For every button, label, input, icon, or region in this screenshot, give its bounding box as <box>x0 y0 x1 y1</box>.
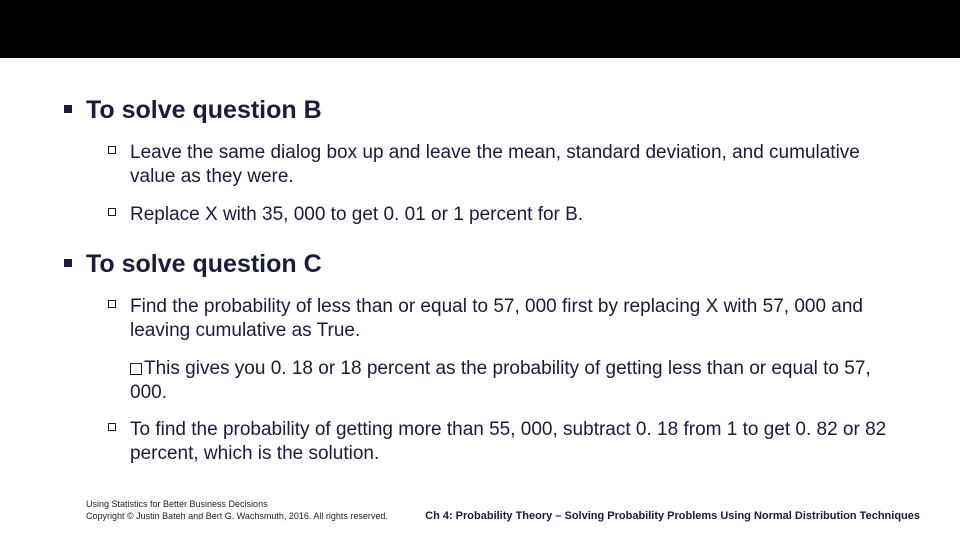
footer-left: Using Statistics for Better Business Dec… <box>86 498 388 522</box>
item-text: This gives you 0. 18 or 18 percent as th… <box>130 358 871 403</box>
list-item: To find the probability of getting more … <box>130 418 910 466</box>
footer-copyright: Copyright © Justin Bateh and Bert G. Wac… <box>86 510 388 522</box>
open-square-bullet-icon <box>108 208 116 216</box>
section-heading-b: To solve question B <box>86 96 910 125</box>
footer-chapter: Ch 4: Probability Theory – Solving Proba… <box>425 510 920 522</box>
heading-text: To solve question B <box>86 96 322 124</box>
sub-list-c: Find the probability of less than or equ… <box>130 295 910 466</box>
item-text: Replace X with 35, 000 to get 0. 01 or 1… <box>130 204 583 225</box>
sub-list-b: Leave the same dialog box up and leave t… <box>130 141 910 226</box>
item-text: Find the probability of less than or equ… <box>130 296 863 341</box>
heading-text: To solve question C <box>86 250 322 278</box>
open-square-bullet-icon <box>108 146 116 154</box>
item-text: To find the probability of getting more … <box>130 419 886 464</box>
footer-title: Using Statistics for Better Business Dec… <box>86 498 388 510</box>
replacement-glyph-icon <box>130 363 142 375</box>
slide-footer: Using Statistics for Better Business Dec… <box>86 498 920 522</box>
square-bullet-icon <box>64 259 72 267</box>
list-item: Replace X with 35, 000 to get 0. 01 or 1… <box>130 203 910 227</box>
square-bullet-icon <box>64 105 72 113</box>
slide-top-bar <box>0 0 960 58</box>
item-text: Leave the same dialog box up and leave t… <box>130 142 860 187</box>
list-item: Find the probability of less than or equ… <box>130 295 910 343</box>
list-item: This gives you 0. 18 or 18 percent as th… <box>130 357 910 405</box>
open-square-bullet-icon <box>108 423 116 431</box>
section-heading-c: To solve question C <box>86 250 910 279</box>
list-item: Leave the same dialog box up and leave t… <box>130 141 910 189</box>
open-square-bullet-icon <box>108 300 116 308</box>
slide-body: To solve question B Leave the same dialo… <box>86 96 910 490</box>
